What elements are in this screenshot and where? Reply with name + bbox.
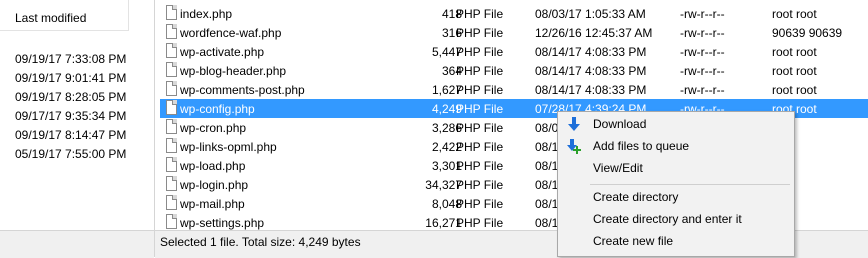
list-item-date[interactable]: 09/19/17 8:14:47 PM — [15, 128, 126, 142]
cell-type: PHP File — [456, 7, 504, 21]
cell-perms: -rw-r--r-- — [680, 45, 725, 59]
menu-separator — [590, 184, 790, 185]
cell-name: wp-config.php — [180, 102, 255, 116]
cell-type: PHP File — [456, 102, 504, 116]
cell-perms: -rw-r--r-- — [680, 7, 725, 21]
cell-modified: 08/1 — [535, 140, 559, 154]
cell-name: wp-comments-post.php — [180, 83, 305, 97]
cell-type: PHP File — [456, 178, 504, 192]
cell-type: PHP File — [456, 159, 504, 173]
cell-name: wp-login.php — [180, 178, 249, 192]
cell-type: PHP File — [456, 26, 504, 40]
menu-item-add-to-queue[interactable]: Add files to queue — [558, 136, 794, 157]
cell-owner: 90639 90639 — [772, 26, 843, 40]
menu-item-download[interactable]: Download — [558, 114, 794, 135]
cell-perms: -rw-r--r-- — [680, 64, 725, 78]
menu-item-create-new-file[interactable]: Create new file — [558, 231, 794, 252]
cell-type: PHP File — [456, 83, 504, 97]
list-item-date[interactable]: 09/17/17 9:35:34 PM — [15, 109, 126, 123]
cell-name: wp-load.php — [180, 159, 246, 173]
cell-name: wp-blog-header.php — [180, 64, 287, 78]
cell-type: PHP File — [456, 64, 504, 78]
list-item-date[interactable]: 09/19/17 9:01:41 PM — [15, 71, 126, 85]
file-icon — [166, 100, 177, 115]
file-icon — [166, 43, 177, 58]
file-icon — [166, 24, 177, 39]
file-icon — [166, 214, 177, 229]
cell-modified: 08/1 — [535, 197, 559, 211]
table-row[interactable]: wp-comments-post.php 1,627 PHP File 08/14/1… — [160, 80, 868, 99]
cell-modified: 08/14/17 4:08:33 PM — [535, 83, 647, 97]
list-item-date[interactable]: 05/19/17 7:55:00 PM — [15, 147, 126, 161]
cell-perms: -rw-r--r-- — [680, 26, 725, 40]
cell-type: PHP File — [456, 216, 504, 230]
cell-modified: 08/1 — [535, 216, 559, 230]
menu-label: Create directory — [593, 190, 679, 204]
cell-type: PHP File — [456, 121, 504, 135]
file-icon — [166, 138, 177, 153]
menu-item-create-directory[interactable]: Create directory — [558, 187, 794, 208]
file-icon — [166, 195, 177, 210]
table-row[interactable]: wp-activate.php 5,447 PHP File 08/14/17 4:0… — [160, 42, 868, 61]
file-icon — [166, 62, 177, 77]
menu-label: Download — [593, 117, 647, 131]
add-to-queue-icon — [567, 139, 581, 154]
menu-label: View/Edit — [593, 161, 643, 175]
local-file-pane: Last modified 09/19/17 7:33:08 PM 09/19/… — [0, 0, 155, 258]
cell-name: wp-cron.php — [180, 121, 247, 135]
menu-item-create-directory-enter[interactable]: Create directory and enter it — [558, 209, 794, 230]
file-icon — [166, 119, 177, 134]
cell-owner: root root — [772, 64, 817, 78]
cell-modified: 08/1 — [535, 159, 559, 173]
local-status-bar — [0, 230, 154, 258]
cell-modified: 08/1 — [535, 178, 559, 192]
file-icon — [166, 176, 177, 191]
cell-owner: root root — [772, 45, 817, 59]
file-icon — [166, 157, 177, 172]
column-header-label: Last modified — [15, 11, 87, 25]
cell-modified: 08/14/17 4:08:33 PM — [535, 45, 647, 59]
cell-modified: 08/03/17 1:05:33 AM — [535, 7, 646, 21]
cell-name: wp-settings.php — [180, 216, 265, 230]
table-row[interactable]: wordfence-waf.php 316 PHP File 12/26/16 12:… — [160, 23, 868, 42]
table-row[interactable]: index.php 418 PHP File 08/03/17 1:05:33 AM -… — [160, 4, 868, 23]
cell-name: wp-links-opml.php — [180, 140, 277, 154]
list-item-date[interactable]: 09/19/17 8:28:05 PM — [15, 90, 126, 104]
menu-label: Create new file — [593, 234, 674, 248]
column-header-last-modified[interactable]: Last modified — [0, 0, 129, 31]
cell-name: wp-activate.php — [180, 45, 265, 59]
cell-type: PHP File — [456, 197, 504, 211]
table-row[interactable]: wp-blog-header.php 364 PHP File 08/14/17 4:… — [160, 61, 868, 80]
cell-type: PHP File — [456, 140, 504, 154]
cell-name: wp-mail.php — [180, 197, 245, 211]
menu-label: Add files to queue — [593, 139, 690, 153]
cell-modified: 08/14/17 4:08:33 PM — [535, 64, 647, 78]
cell-perms: -rw-r--r-- — [680, 83, 725, 97]
cell-type: PHP File — [456, 45, 504, 59]
menu-item-view-edit[interactable]: View/Edit — [558, 158, 794, 179]
cell-owner: root root — [772, 7, 817, 21]
cell-name: index.php — [180, 7, 233, 21]
menu-label: Create directory and enter it — [593, 212, 742, 226]
list-item-date[interactable]: 09/19/17 7:33:08 PM — [15, 52, 126, 66]
context-menu: Download Add files to queue View/Edit Cr… — [557, 111, 795, 257]
cell-modified: 12/26/16 12:45:37 AM — [535, 26, 653, 40]
cell-modified: 08/0 — [535, 121, 559, 135]
file-icon — [166, 81, 177, 96]
status-text: Selected 1 file. Total size: 4,249 bytes — [160, 235, 361, 249]
file-icon — [166, 5, 177, 20]
cell-name: wordfence-waf.php — [180, 26, 282, 40]
cell-owner: root root — [772, 83, 817, 97]
download-arrow-icon — [568, 117, 580, 131]
